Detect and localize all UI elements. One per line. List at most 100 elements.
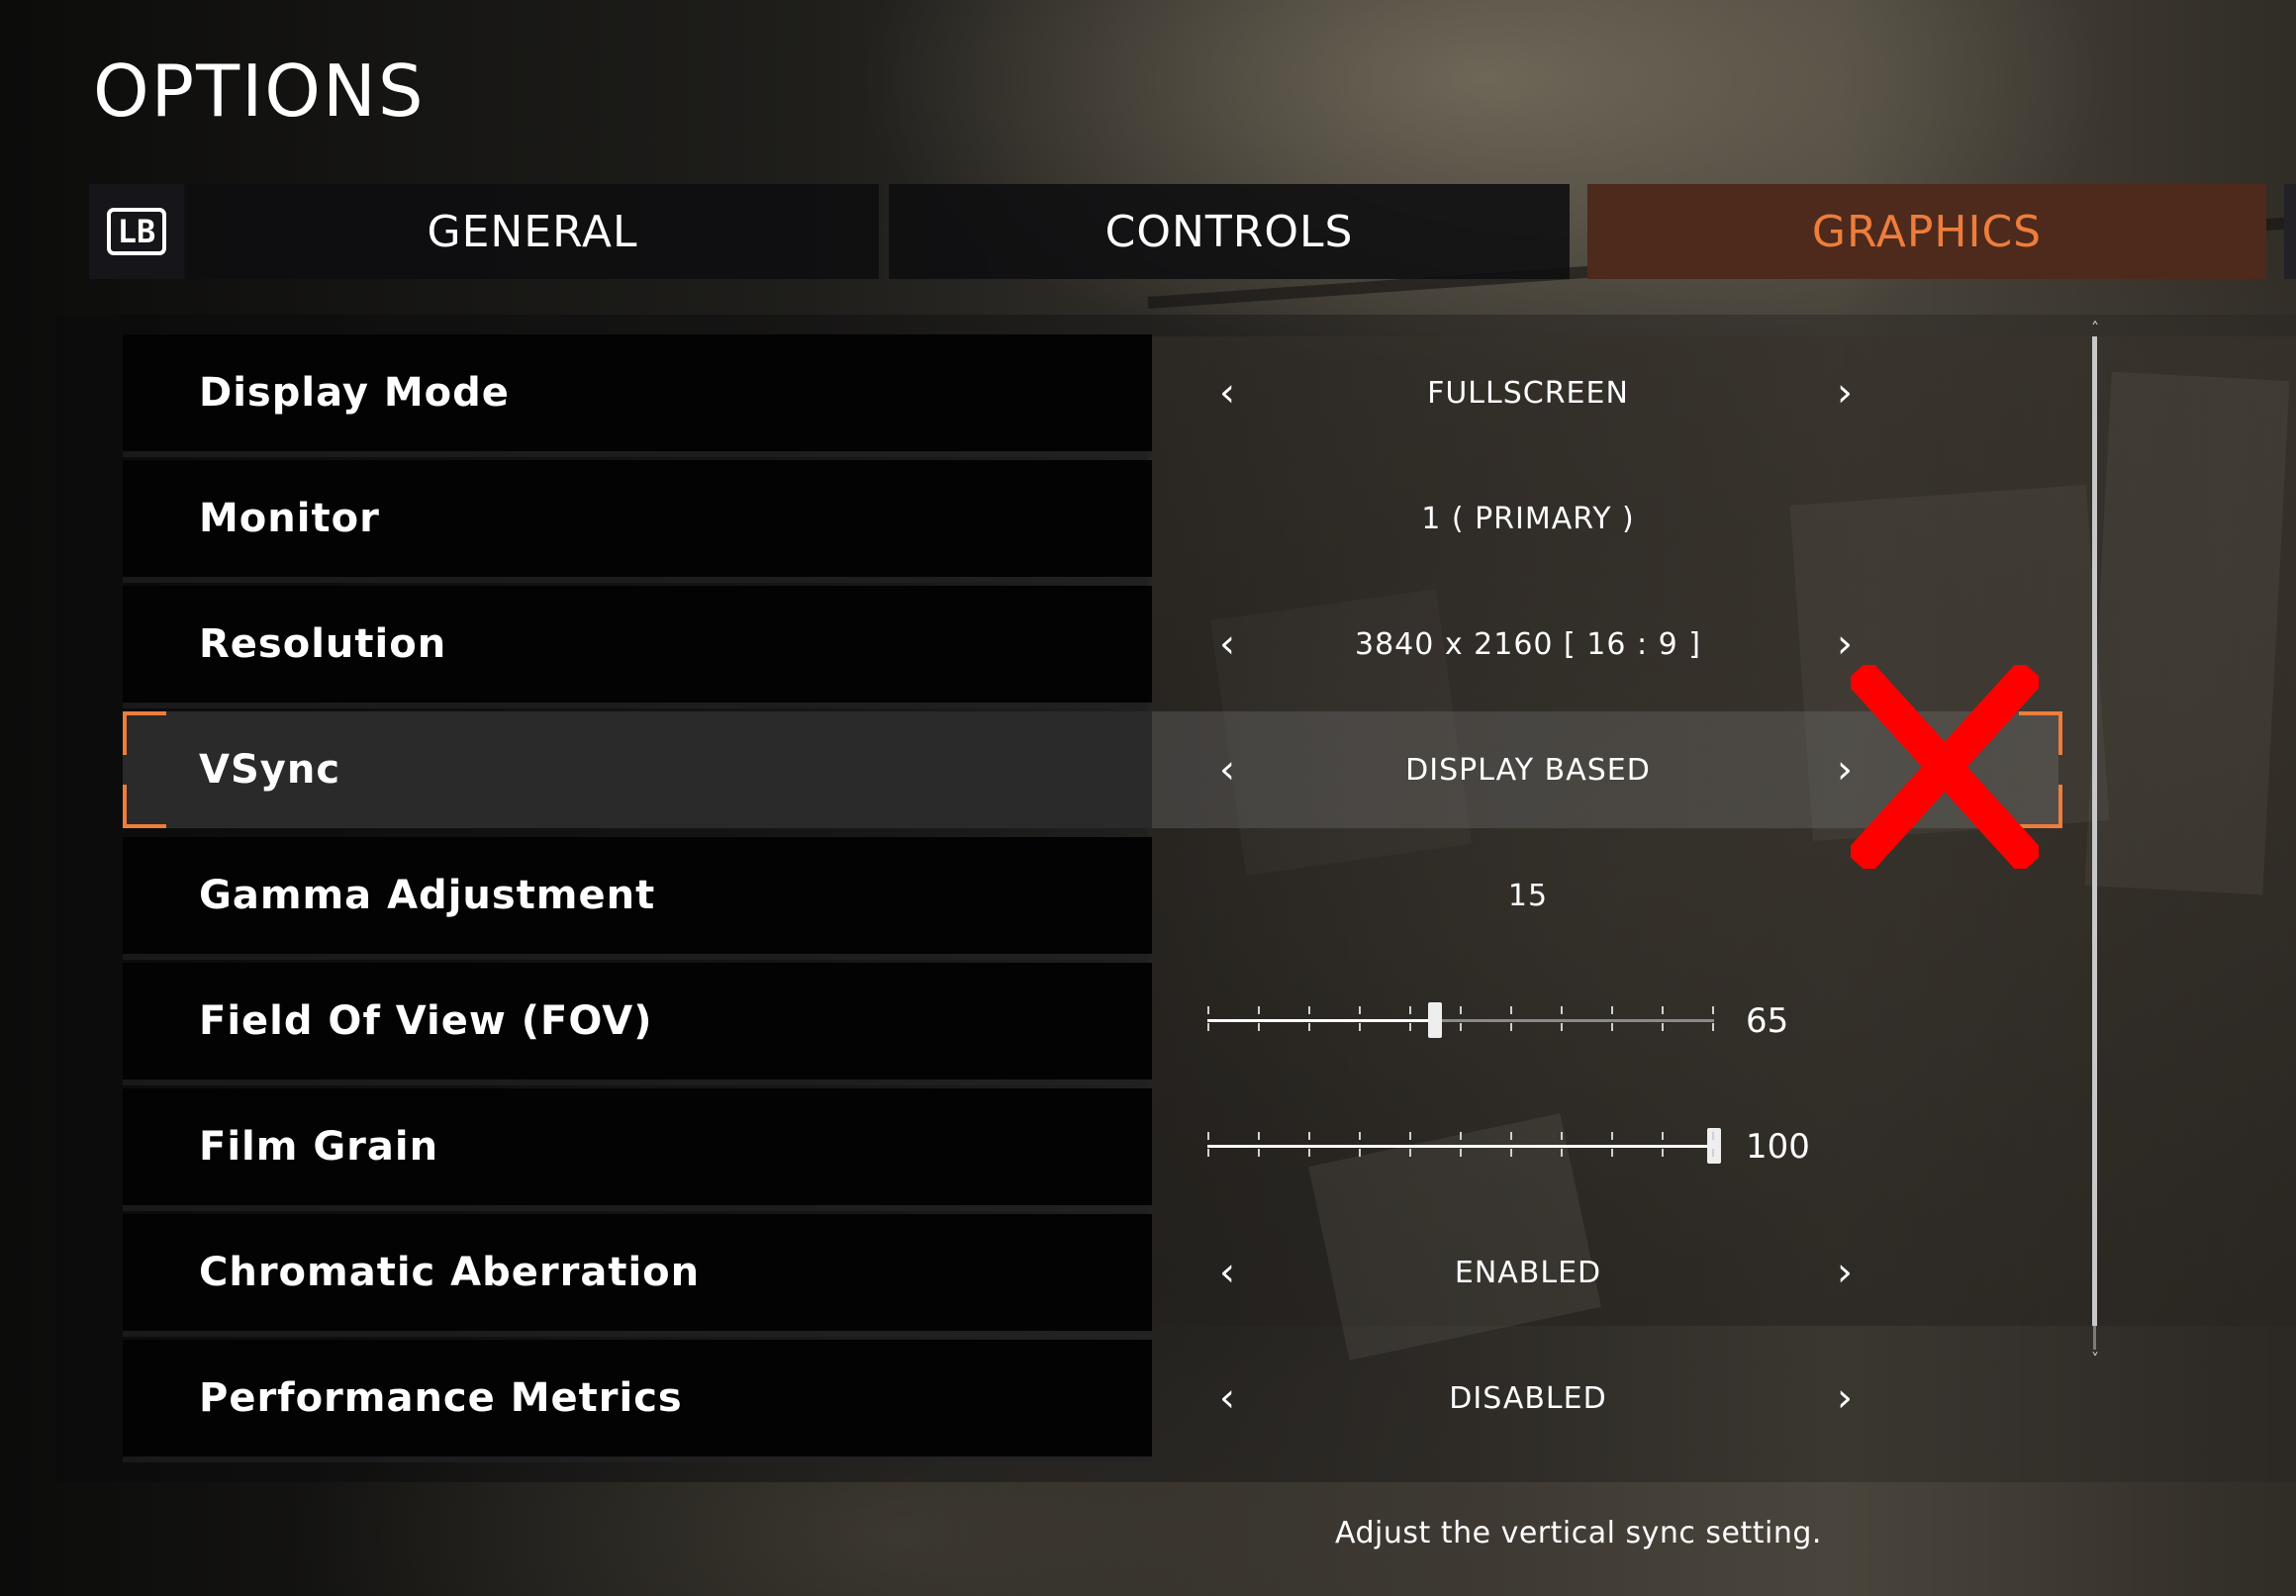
chevron-right-icon[interactable]: › [1825, 1340, 1865, 1456]
slider-tick [1611, 1132, 1613, 1140]
slider-tick [1712, 1006, 1714, 1014]
tab-controls[interactable]: CONTROLS [889, 184, 1570, 279]
slider-tick [1258, 1132, 1260, 1140]
setting-label-box: VSync [123, 711, 1152, 828]
setting-row-resolution[interactable]: Resolution ‹ 3840 x 2160 [ 16 : 9 ] › [123, 586, 2058, 703]
setting-label: VSync [199, 747, 341, 793]
setting-row-gamma[interactable]: Gamma Adjustment 15 [123, 837, 2058, 954]
setting-row-chromatic-aberration[interactable]: Chromatic Aberration ‹ ENABLED › [123, 1214, 2058, 1331]
setting-value: 3840 x 2160 [ 16 : 9 ] [1355, 626, 1701, 662]
tab-overflow-edge [2284, 184, 2296, 279]
setting-label: Gamma Adjustment [199, 873, 656, 918]
scroll-up-icon[interactable]: ˄ [2086, 319, 2104, 337]
slider-tick [1359, 1149, 1361, 1157]
setting-row-film-grain[interactable]: Film Grain 100 [123, 1088, 2058, 1205]
slider-handle[interactable] [1707, 1128, 1721, 1164]
setting-value: 65 [1746, 1001, 1789, 1041]
slider-tick [1207, 1023, 1209, 1031]
slider-tick [1510, 1006, 1512, 1014]
slider-tick [1460, 1023, 1462, 1031]
slider-tick [1662, 1006, 1664, 1014]
scrollbar-thumb[interactable] [2092, 336, 2097, 1326]
setting-value-box: ‹ DISABLED › [1152, 1340, 2058, 1456]
setting-row-display-mode[interactable]: Display Mode ‹ FULLSCREEN › [123, 334, 2058, 451]
slider-tick [1611, 1149, 1613, 1157]
slider-tick [1611, 1023, 1613, 1031]
slider-tick [1662, 1149, 1664, 1157]
slider-tick [1359, 1006, 1361, 1014]
tab-graphics[interactable]: GRAPHICS [1587, 184, 2266, 279]
setting-value: FULLSCREEN [1427, 375, 1629, 411]
slider-tick [1359, 1023, 1361, 1031]
chevron-right-icon[interactable]: › [1825, 1214, 1865, 1331]
slider-handle[interactable] [1428, 1002, 1442, 1038]
slider-tick [1561, 1023, 1563, 1031]
slider-tick [1308, 1006, 1310, 1014]
slider-tick [1561, 1132, 1563, 1140]
setting-label: Resolution [199, 621, 447, 667]
chevron-left-icon[interactable]: ‹ [1207, 1214, 1247, 1331]
slider-tick [1258, 1149, 1260, 1157]
setting-row-performance-metrics[interactable]: Performance Metrics ‹ DISABLED › [123, 1340, 2058, 1456]
setting-label-box: Chromatic Aberration [123, 1214, 1152, 1331]
film-grain-slider[interactable] [1207, 1128, 1721, 1164]
slider-tick [1258, 1006, 1260, 1014]
slider-fill [1207, 1019, 1435, 1022]
lb-bumper-icon: LB [107, 208, 166, 255]
setting-value: 100 [1746, 1127, 1810, 1167]
slider-tick [1712, 1149, 1714, 1157]
slider-tick [1207, 1132, 1209, 1140]
setting-row-fov[interactable]: Field Of View (FOV) 65 [123, 963, 2058, 1080]
selection-bracket [123, 711, 166, 755]
setting-value: DISPLAY BASED [1405, 752, 1651, 788]
chevron-left-icon[interactable]: ‹ [1207, 334, 1247, 451]
slider-tick [1409, 1132, 1411, 1140]
chevron-right-icon[interactable]: › [1825, 334, 1865, 451]
slider-tick [1561, 1149, 1563, 1157]
slider-tick [1510, 1132, 1512, 1140]
fov-slider[interactable] [1207, 1002, 1714, 1038]
slider-tick [1662, 1023, 1664, 1031]
setting-label-box: Film Grain [123, 1088, 1152, 1205]
setting-value: 1 ( PRIMARY ) [1421, 501, 1635, 536]
slider-tick [1258, 1023, 1260, 1031]
slider-tick [1207, 1006, 1209, 1014]
slider-tick [1308, 1132, 1310, 1140]
setting-value: 15 [1507, 878, 1549, 913]
setting-label: Chromatic Aberration [199, 1250, 701, 1295]
selection-bracket [123, 785, 166, 828]
setting-label-box: Resolution [123, 586, 1152, 703]
setting-label-box: Display Mode [123, 334, 1152, 451]
setting-label: Performance Metrics [199, 1375, 683, 1421]
slider-tick [1207, 1149, 1209, 1157]
chevron-left-icon[interactable]: ‹ [1207, 1340, 1247, 1456]
setting-row-monitor[interactable]: Monitor 1 ( PRIMARY ) [123, 460, 2058, 577]
slider-tick [1510, 1149, 1512, 1157]
setting-row-vsync[interactable]: VSync ‹ DISPLAY BASED › [123, 711, 2062, 828]
tab-general[interactable]: GENERAL [186, 184, 879, 279]
chevron-left-icon[interactable]: ‹ [1207, 586, 1247, 703]
chevron-left-icon[interactable]: ‹ [1207, 711, 1247, 828]
page-title: OPTIONS [93, 49, 426, 133]
setting-label: Monitor [199, 496, 380, 541]
setting-value-box: 100 [1152, 1088, 2058, 1205]
lb-bumper-button[interactable]: LB [89, 184, 184, 279]
red-x-icon [1851, 665, 2039, 869]
slider-tick [1561, 1006, 1563, 1014]
slider-tick [1409, 1006, 1411, 1014]
settings-scrollbar[interactable]: ˄ ˅ [2086, 319, 2104, 1368]
scroll-down-icon[interactable]: ˅ [2086, 1350, 2104, 1368]
setting-description-hint: Adjust the vertical sync setting. [1335, 1516, 1822, 1550]
setting-label: Display Mode [199, 370, 510, 416]
slider-tick [1359, 1132, 1361, 1140]
slider-tick [1712, 1132, 1714, 1140]
slider-fill [1207, 1145, 1714, 1148]
setting-label-box: Performance Metrics [123, 1340, 1152, 1456]
slider-tick [1611, 1006, 1613, 1014]
slider-tick [1460, 1132, 1462, 1140]
slider-tick [1510, 1023, 1512, 1031]
slider-tick [1460, 1149, 1462, 1157]
slider-tick [1308, 1149, 1310, 1157]
setting-value-box: 65 [1152, 963, 2058, 1080]
setting-value-box: ‹ ENABLED › [1152, 1214, 2058, 1331]
